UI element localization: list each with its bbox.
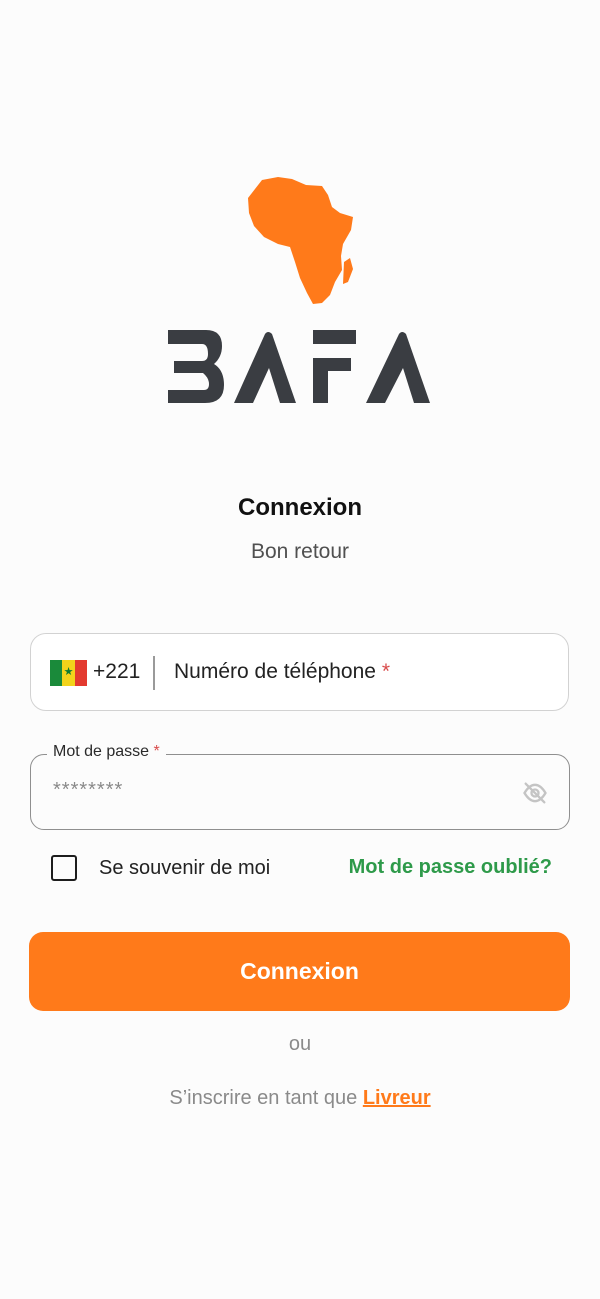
page-title: Connexion xyxy=(238,494,362,521)
senegal-flag-icon[interactable]: ★ xyxy=(50,660,87,686)
phone-input[interactable]: Numéro de téléphone * xyxy=(174,660,390,684)
password-input[interactable]: ******** xyxy=(53,779,123,802)
login-button[interactable]: Connexion xyxy=(29,932,570,1011)
forgot-password-link[interactable]: Mot de passe oublié? xyxy=(349,856,552,879)
required-mark: * xyxy=(153,743,160,760)
signup-livreur-link[interactable]: Livreur xyxy=(363,1087,431,1109)
page-subtitle: Bon retour xyxy=(250,540,350,563)
signup-line: S’inscrire en tant que Livreur xyxy=(0,1087,600,1110)
flag-star-icon: ★ xyxy=(63,666,74,679)
remember-checkbox[interactable] xyxy=(51,855,77,881)
password-field[interactable]: Mot de passe * ******** xyxy=(30,743,570,830)
africa-logo-icon xyxy=(248,177,353,304)
or-divider: ou xyxy=(288,1033,312,1055)
phone-field[interactable]: ★ +221 Numéro de téléphone * xyxy=(30,633,569,711)
eye-off-icon[interactable] xyxy=(521,779,549,807)
bafa-wordmark xyxy=(168,330,430,403)
password-label: Mot de passe * xyxy=(47,743,166,761)
required-mark: * xyxy=(381,660,391,683)
country-code[interactable]: +221 xyxy=(93,660,140,684)
phone-placeholder: Numéro de téléphone xyxy=(174,660,376,683)
field-divider xyxy=(153,656,155,690)
signup-prefix: S’inscrire en tant que xyxy=(169,1087,363,1109)
remember-label[interactable]: Se souvenir de moi xyxy=(99,857,270,880)
